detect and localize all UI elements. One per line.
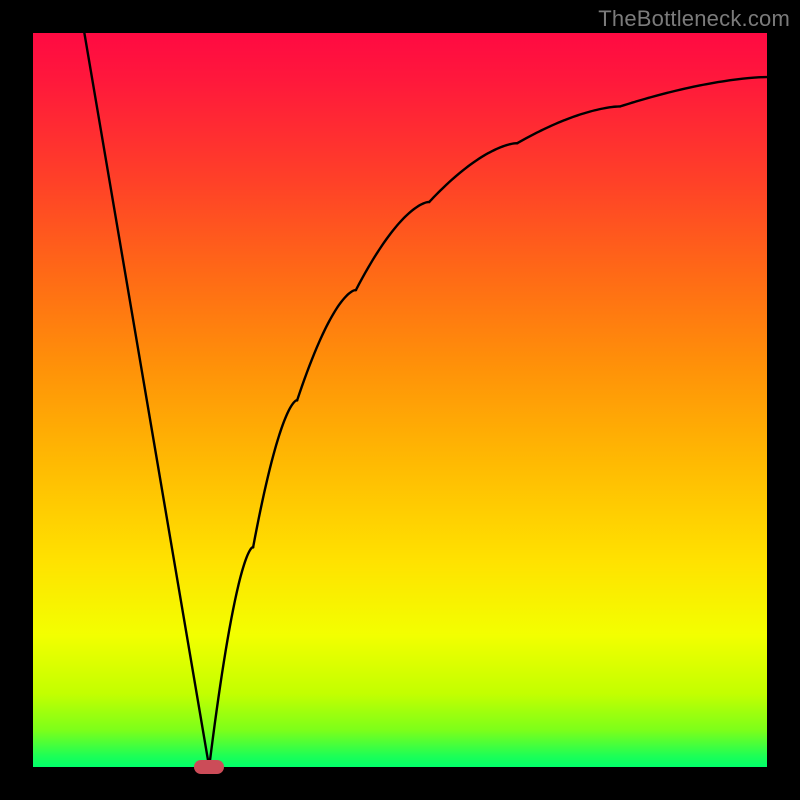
optimal-marker — [194, 760, 224, 774]
curve-path — [84, 33, 767, 767]
chart-stage: TheBottleneck.com — [0, 0, 800, 800]
plot-area — [33, 33, 767, 767]
chart-curve — [33, 33, 767, 767]
watermark-text: TheBottleneck.com — [598, 6, 790, 32]
